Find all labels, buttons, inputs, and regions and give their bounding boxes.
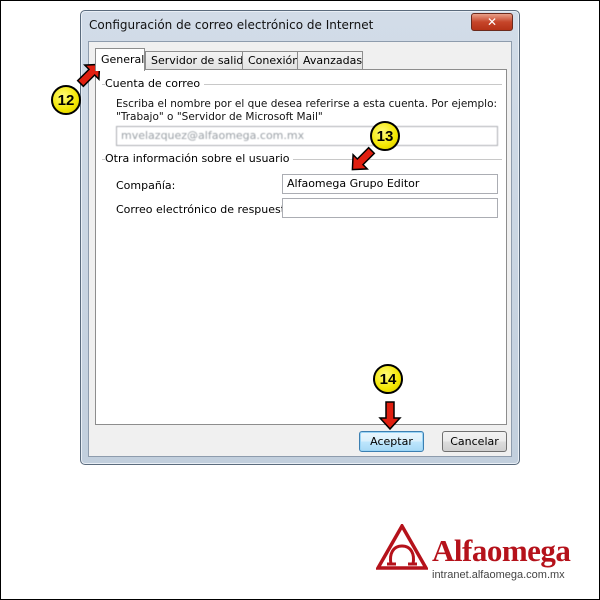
email-settings-dialog: Configuración de correo electrónico de I…: [80, 10, 520, 465]
tab-connection[interactable]: Conexión: [242, 51, 299, 70]
account-instruction-line1: Escriba el nombre por el que desea refer…: [116, 98, 498, 110]
tab-outgoing-server[interactable]: Servidor de salida: [145, 51, 250, 70]
tab-general[interactable]: General: [95, 48, 145, 71]
accept-button[interactable]: Aceptar: [359, 431, 424, 452]
tab-advanced[interactable]: Avanzadas: [297, 51, 363, 70]
window-title: Configuración de correo electrónico de I…: [89, 18, 374, 32]
account-group-title: Cuenta de correo: [105, 77, 205, 90]
brand-name: Alfaomega: [432, 533, 571, 568]
brand-url: intranet.alfaomega.com.mx: [432, 569, 565, 581]
dialog-client-area: General Servidor de salida Conexión Avan…: [88, 41, 512, 457]
general-tab-panel: Cuenta de correo Escriba el nombre por e…: [95, 69, 507, 425]
user-group-title: Otra información sobre el usuario: [105, 152, 294, 165]
close-icon: ✕: [486, 15, 498, 29]
callout-12-badge: 12: [51, 85, 81, 115]
close-button[interactable]: ✕: [471, 13, 513, 31]
alfaomega-logo-icon: [376, 524, 428, 570]
cancel-button[interactable]: Cancelar: [442, 431, 507, 452]
company-input[interactable]: Alfaomega Grupo Editor: [282, 174, 498, 194]
account-instruction-line2: "Trabajo" o "Servidor de Microsoft Mail": [116, 111, 323, 123]
reply-email-input[interactable]: [282, 198, 498, 218]
callout-14-arrow-icon: [378, 401, 402, 431]
callout-14-badge: 14: [373, 364, 403, 394]
account-name-input[interactable]: mvelazquez@alfaomega.com.mx: [116, 126, 498, 146]
callout-13-badge: 13: [370, 121, 400, 151]
reply-email-label: Correo electrónico de respuesta:: [116, 203, 296, 216]
account-instruction: Escriba el nombre por el que desea refer…: [116, 98, 506, 124]
company-label: Compañía:: [116, 179, 176, 192]
title-bar[interactable]: Configuración de correo electrónico de I…: [81, 11, 519, 41]
